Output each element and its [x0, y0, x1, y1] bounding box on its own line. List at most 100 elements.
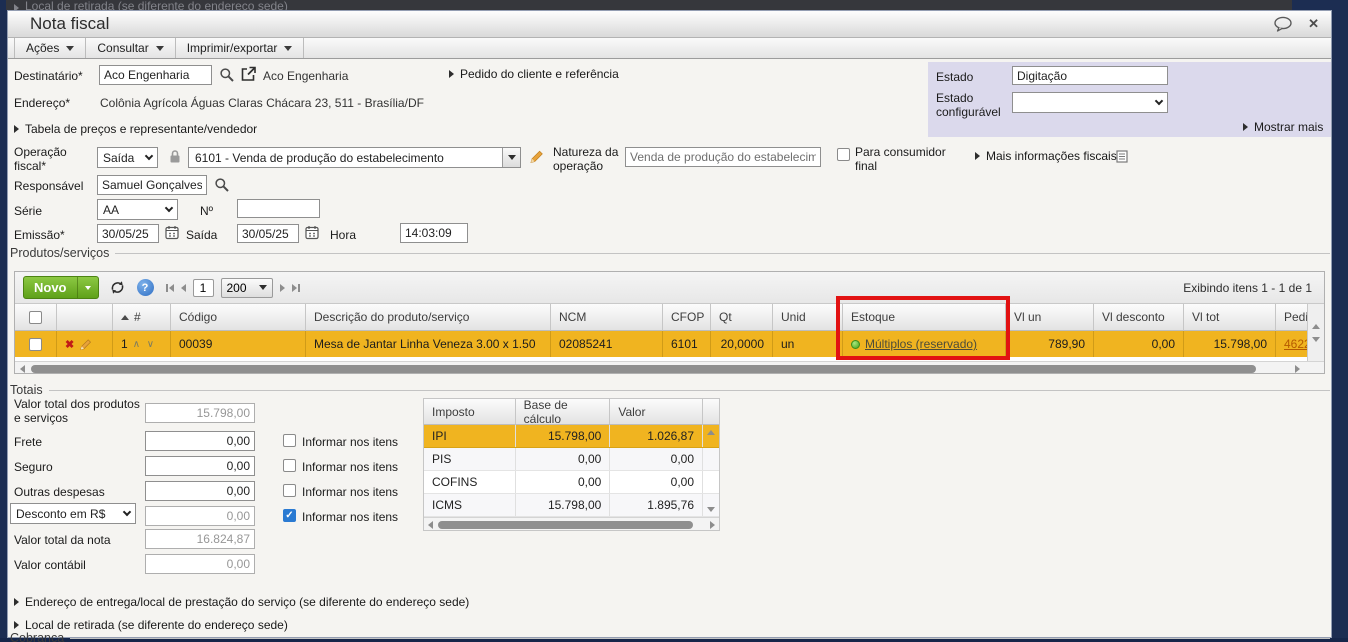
consumidor-final-checkbox[interactable] [837, 148, 850, 161]
impostos-header-row: Imposto Base de cálculo Valor [424, 399, 719, 425]
menu-imprimir-exportar[interactable]: Imprimir/exportar [176, 38, 305, 58]
mais-informacoes-fiscais-expander[interactable]: Mais informações fiscais [975, 149, 1117, 163]
scroll-left-icon[interactable] [20, 365, 25, 373]
informar-desconto-checkbox[interactable]: ✓ [283, 509, 296, 522]
calendar-icon[interactable] [165, 225, 179, 240]
serie-select[interactable]: AA [97, 199, 178, 220]
scroll-right-icon[interactable] [710, 521, 715, 529]
row-checkbox[interactable] [29, 338, 42, 351]
informar-seguro-checkbox[interactable] [283, 459, 296, 472]
search-icon[interactable] [219, 67, 235, 83]
hora-input[interactable] [400, 223, 468, 243]
calendar-icon[interactable] [305, 225, 319, 240]
outras-despesas-input[interactable] [145, 481, 255, 501]
valor-total-nota-input [145, 529, 255, 549]
prev-page-button[interactable] [181, 284, 186, 292]
next-page-button[interactable] [280, 284, 285, 292]
scroll-down-icon[interactable] [707, 507, 715, 512]
local-retirada-expander[interactable]: Local de retirada (se diferente do ender… [14, 618, 288, 632]
column-vl-tot[interactable]: Vl tot [1184, 304, 1276, 331]
estoque-multiplos-link[interactable]: Múltiplos (reservado) [865, 337, 977, 351]
comments-icon[interactable] [1273, 16, 1294, 32]
cfop-combo[interactable]: 6101 - Venda de produção do estabelecime… [188, 147, 521, 168]
external-link-icon[interactable] [240, 66, 256, 82]
close-icon[interactable]: ✕ [1308, 16, 1319, 32]
local-retirada-label: Local de retirada (se diferente do ender… [25, 618, 288, 632]
column-vl-un[interactable]: Vl un [1006, 304, 1094, 331]
estado-input[interactable] [1012, 66, 1168, 85]
scroll-left-icon[interactable] [428, 521, 433, 529]
estado-configuravel-select[interactable] [1012, 92, 1168, 113]
impostos-vertical-scrollbar[interactable] [703, 425, 719, 517]
outras-despesas-label: Outras despesas [14, 485, 105, 499]
tax-valor: 0,00 [610, 471, 703, 493]
select-all-checkbox[interactable] [29, 311, 42, 324]
pagination: 200 [166, 278, 300, 298]
column-pedido[interactable]: Pedido [1276, 304, 1309, 331]
scroll-up-icon[interactable] [707, 430, 715, 435]
search-icon[interactable] [214, 177, 230, 193]
column-vl-desconto[interactable]: Vl desconto [1094, 304, 1184, 331]
endereco-value: Colônia Agrícola Águas Claras Chácara 23… [100, 96, 424, 110]
items-count-status: Exibindo itens 1 - 1 de 1 [1183, 281, 1316, 295]
grid-vertical-scrollbar[interactable] [1307, 304, 1324, 361]
scrollbar-thumb[interactable] [438, 521, 693, 529]
column-unid[interactable]: Unid [773, 304, 843, 331]
column-estoque[interactable]: Estoque [843, 304, 1006, 331]
numero-input[interactable] [237, 199, 320, 218]
tax-row-ipi[interactable]: IPI 15.798,00 1.026,87 [424, 425, 719, 448]
responsavel-input[interactable] [97, 175, 207, 195]
help-icon[interactable]: ? [137, 279, 154, 296]
seguro-input[interactable] [145, 456, 255, 476]
endereco-entrega-expander[interactable]: Endereço de entrega/local de prestação d… [14, 595, 469, 609]
lock-icon [168, 149, 182, 164]
column-num[interactable]: # [113, 304, 171, 331]
tax-row-pis[interactable]: PIS 0,00 0,00 [424, 448, 719, 471]
reorder-up-down-icons[interactable]: ∧ ∨ [133, 339, 156, 350]
scroll-up-icon[interactable] [1312, 324, 1320, 329]
emissao-input[interactable] [97, 224, 159, 243]
frete-input[interactable] [145, 431, 255, 451]
menu-consultar[interactable]: Consultar [86, 38, 175, 58]
table-row[interactable]: ✖ 1∧ ∨ 00039 Mesa de Jantar Linha Veneza… [15, 331, 1324, 357]
pedido-link[interactable]: 4622 [1284, 337, 1309, 351]
desconto-input[interactable] [145, 506, 255, 526]
tabela-precos-expander[interactable]: Tabela de preços e representante/vendedo… [14, 122, 257, 136]
refresh-icon[interactable] [107, 277, 129, 299]
tax-row-icms[interactable]: ICMS 15.798,00 1.895,76 [424, 494, 719, 517]
saida-input[interactable] [237, 224, 299, 243]
novo-button[interactable]: Novo [23, 276, 99, 299]
column-cfop[interactable]: CFOP [663, 304, 711, 331]
combo-dropdown-button[interactable] [502, 148, 520, 167]
valor-total-produtos-label: Valor total dos produtos e serviços [14, 397, 142, 425]
totais-legend: Totais [10, 383, 43, 397]
scrollbar-thumb[interactable] [31, 365, 1256, 373]
column-codigo[interactable]: Código [171, 304, 306, 331]
note-icon[interactable] [1116, 150, 1128, 163]
column-qt[interactable]: Qt [711, 304, 773, 331]
impostos-horizontal-scrollbar[interactable] [424, 517, 719, 530]
page-number-input[interactable] [193, 279, 214, 297]
tax-row-cofins[interactable]: COFINS 0,00 0,00 [424, 471, 719, 494]
scroll-right-icon[interactable] [1295, 365, 1300, 373]
pedido-cliente-expander[interactable]: Pedido do cliente e referência [449, 67, 619, 81]
grid-horizontal-scrollbar[interactable] [15, 361, 1324, 373]
edit-row-pencil-icon[interactable] [79, 337, 92, 351]
mostrar-mais-expander[interactable]: Mostrar mais [1243, 120, 1323, 134]
informar-outras-checkbox[interactable] [283, 484, 296, 497]
last-page-button[interactable] [292, 284, 300, 292]
column-descricao[interactable]: Descrição do produto/serviço [306, 304, 551, 331]
novo-dropdown-button[interactable] [77, 277, 98, 298]
destinatario-input[interactable] [99, 65, 212, 85]
delete-row-icon[interactable]: ✖ [65, 338, 74, 351]
column-ncm[interactable]: NCM [551, 304, 663, 331]
menu-acoes[interactable]: Ações [14, 38, 86, 58]
first-page-button[interactable] [166, 284, 174, 292]
edit-pencil-icon[interactable] [529, 148, 544, 164]
page-size-select[interactable]: 200 [221, 278, 273, 298]
scroll-down-icon[interactable] [1312, 337, 1320, 342]
natureza-operacao-input[interactable] [625, 147, 821, 167]
desconto-select[interactable]: Desconto em R$ [10, 503, 136, 524]
tipo-operacao-select[interactable]: Saída [97, 147, 158, 168]
informar-frete-checkbox[interactable] [283, 434, 296, 447]
